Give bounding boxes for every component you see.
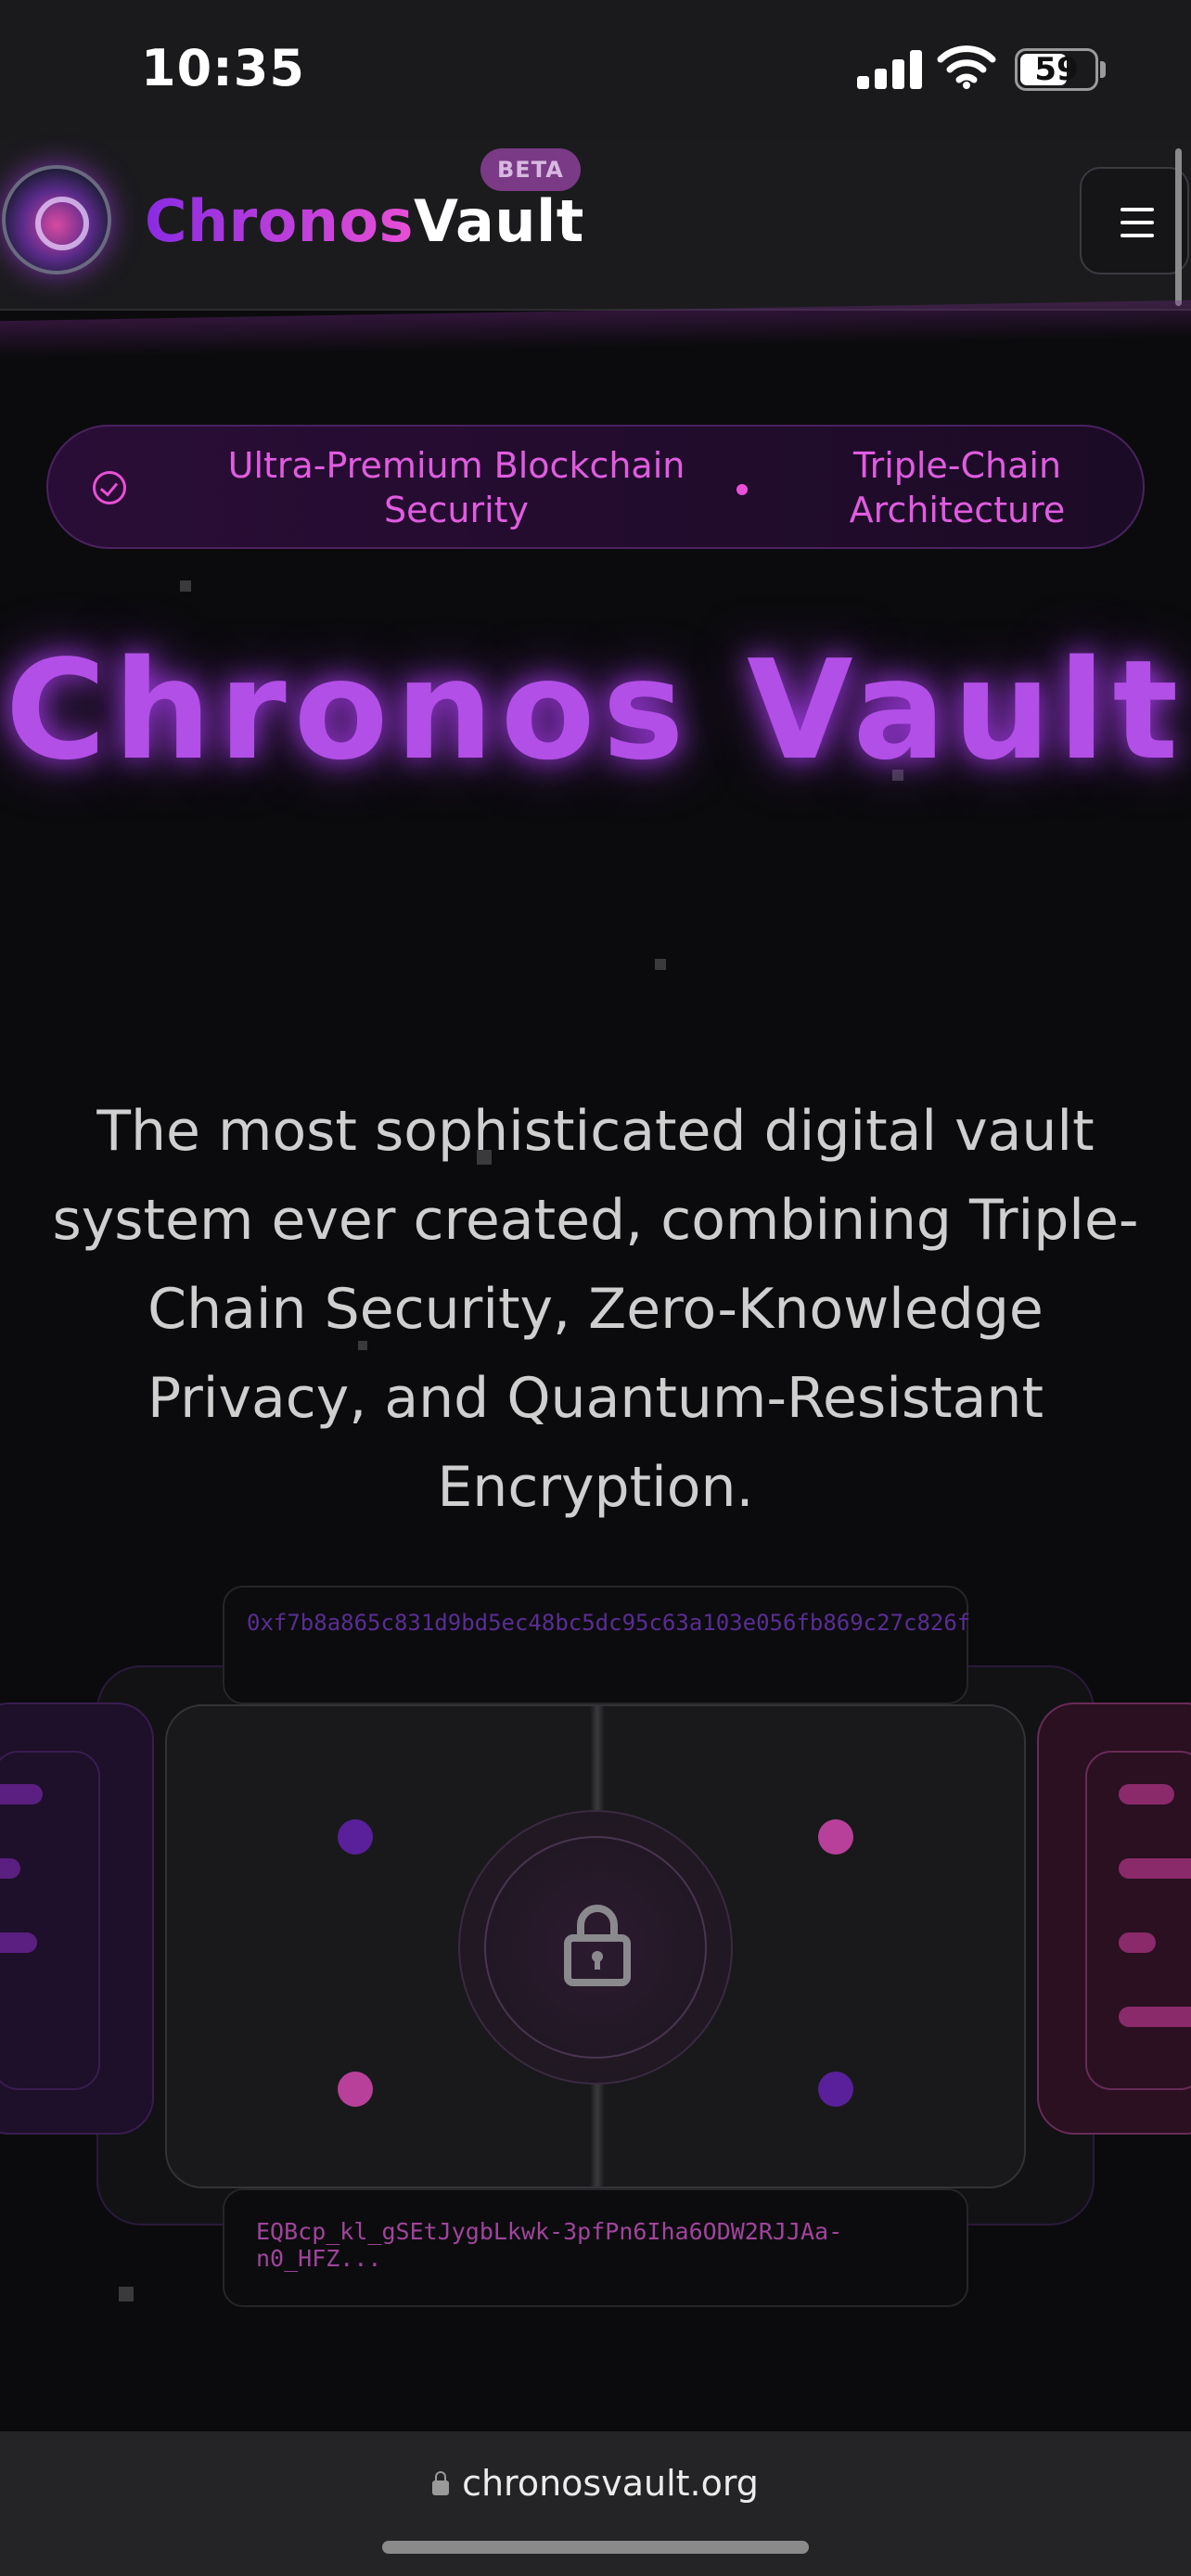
- vault-main-panel: [165, 1704, 1026, 2188]
- url-text: chronosvault.org: [462, 2463, 759, 2504]
- site-header: ChronosVault BETA: [0, 139, 1191, 311]
- beta-badge: BETA: [480, 148, 581, 191]
- battery-icon: 59: [1015, 48, 1098, 91]
- ton-address: EQBcp_kl_gSEtJygbLkwk-3pfPn6Iha6ODW2RJJA…: [256, 2218, 843, 2272]
- url-display[interactable]: chronosvault.org: [0, 2463, 1191, 2504]
- vault-side-panel-left: [0, 1702, 154, 2135]
- vault-node: [338, 1819, 373, 1855]
- scrollbar[interactable]: [1175, 148, 1182, 306]
- brand-name-part1: Chronos: [145, 187, 414, 255]
- feature-security: Ultra-Premium Blockchain Security: [227, 445, 685, 530]
- wifi-icon: [937, 45, 996, 89]
- lock-icon: [564, 1905, 631, 1986]
- battery-level: 59: [1034, 51, 1079, 88]
- hamburger-menu-icon: [1121, 208, 1154, 211]
- separator-dot: [736, 484, 748, 495]
- hamburger-menu-button[interactable]: [1080, 167, 1189, 274]
- hero-description: The most sophisticated digital vault sys…: [52, 1099, 1139, 1520]
- browser-address-bar[interactable]: chronosvault.org: [0, 2431, 1191, 2576]
- chronos-vault-logo[interactable]: [2, 165, 111, 274]
- feature-badge: Ultra-Premium Blockchain Security Triple…: [46, 425, 1145, 549]
- padlock-icon: [432, 2471, 450, 2495]
- vault-side-panel-right: [1037, 1702, 1191, 2135]
- vault-node: [338, 2072, 373, 2107]
- feature-triple-chain: Triple-Chain Architecture: [849, 445, 1066, 530]
- address-card-top: 0xf7b8a865c831d9bd5ec48bc5dc95c63a103e05…: [223, 1586, 971, 1704]
- home-indicator[interactable]: [382, 2541, 809, 2554]
- brand-name[interactable]: ChronosVault: [145, 187, 584, 255]
- verified-check-icon: [93, 471, 126, 504]
- brand-name-part2: Vault: [413, 187, 584, 255]
- hero-title: Chronos Vault: [5, 631, 1186, 790]
- status-bar: 10:35 59: [0, 0, 1191, 139]
- signal-icon: [857, 48, 922, 89]
- ethereum-address: 0xf7b8a865c831d9bd5ec48bc5dc95c63a103e05…: [247, 1610, 971, 1636]
- status-time: 10:35: [141, 39, 305, 97]
- vault-node: [818, 2072, 853, 2107]
- hero-subtitle-blurred: [56, 797, 1135, 1057]
- address-card-bottom: EQBcp_kl_gSEtJygbLkwk-3pfPn6Iha6ODW2RJJA…: [223, 2188, 968, 2307]
- vault-node: [818, 1819, 853, 1855]
- lock-dial[interactable]: [458, 1810, 733, 2085]
